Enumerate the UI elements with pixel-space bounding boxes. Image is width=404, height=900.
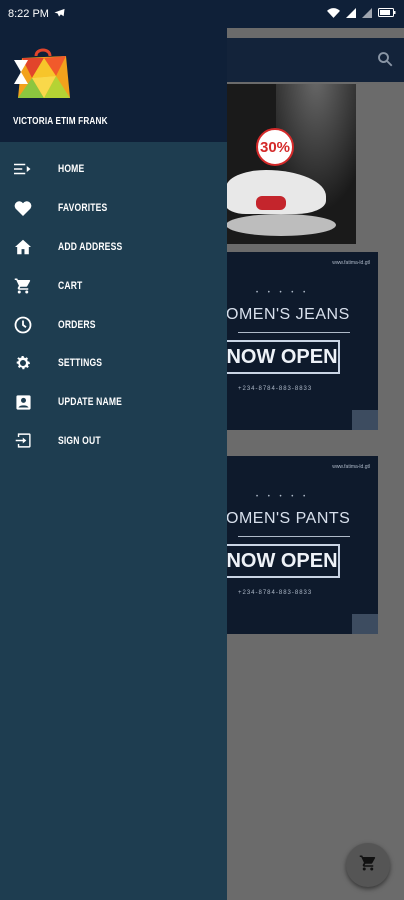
battery-icon — [378, 8, 396, 20]
exit-icon — [14, 432, 32, 450]
menu-item-label: FAVORITES — [58, 202, 108, 215]
menu-item-orders[interactable]: ORDERS — [0, 305, 227, 344]
banner-cta: NOW OPEN — [226, 544, 340, 578]
menu-item-favorites[interactable]: FAVORITES — [0, 189, 227, 228]
menu-item-label: SIGN OUT — [58, 434, 101, 447]
signal-icon — [346, 7, 356, 21]
cart-fab-button[interactable] — [346, 843, 390, 887]
banner-url: www.fatima-ld.gtl — [332, 260, 370, 266]
promo-banner-jeans[interactable]: www.fatima-ld.gtl • • • • • OMEN'S JEANS… — [226, 252, 378, 430]
menu-item-label: SETTINGS — [58, 357, 103, 370]
house-icon — [14, 238, 32, 256]
menu-item-label: CART — [58, 279, 83, 292]
user-name: VICTORIA ETIM FRANK — [13, 116, 108, 127]
menu-item-sign-out[interactable]: SIGN OUT — [0, 422, 227, 461]
menu-item-cart[interactable]: CART — [0, 266, 227, 305]
banner-divider — [238, 332, 350, 333]
banner-divider — [238, 536, 350, 537]
banner-stripe — [352, 614, 378, 634]
home-menu-icon — [14, 160, 32, 178]
promo-shoe-banner[interactable]: 30% — [226, 84, 356, 244]
drawer-menu: HOME FAVORITES ADD ADDRESS CART ORDERS S… — [0, 150, 227, 460]
status-time: 8:22 PM — [8, 8, 49, 20]
banner-phone: +234-8784-883-8833 — [238, 590, 313, 596]
menu-item-label: ORDERS — [58, 318, 96, 331]
menu-item-label: UPDATE NAME — [58, 396, 123, 409]
cart-icon — [359, 854, 377, 877]
banner-stripe — [352, 410, 378, 430]
gear-icon — [14, 354, 32, 372]
discount-badge: 30% — [256, 128, 294, 166]
heart-icon — [14, 199, 32, 217]
banner-dots: • • • • • — [256, 290, 310, 296]
telegram-icon — [54, 8, 65, 21]
cart-icon — [14, 277, 32, 295]
banner-url: www.fatima-ld.gtl — [332, 464, 370, 470]
banner-cta: NOW OPEN — [226, 340, 340, 374]
clock-icon — [14, 316, 32, 334]
signal-icon-2 — [362, 7, 372, 21]
menu-item-home[interactable]: HOME — [0, 150, 227, 189]
shoe-accent — [256, 196, 286, 210]
promo-banner-pants[interactable]: www.fatima-ld.gtl • • • • • OMEN'S PANTS… — [226, 456, 378, 634]
banner-phone: +234-8784-883-8833 — [238, 386, 313, 392]
shoe-plate — [226, 214, 336, 236]
search-icon[interactable] — [376, 50, 394, 68]
app-logo — [14, 42, 72, 100]
navigation-drawer: VICTORIA ETIM FRANK HOME FAVORITES ADD A… — [0, 28, 227, 900]
drawer-header: VICTORIA ETIM FRANK — [0, 28, 227, 142]
menu-item-update-name[interactable]: UPDATE NAME — [0, 383, 227, 422]
menu-item-label: ADD ADDRESS — [58, 240, 123, 253]
menu-item-label: HOME — [58, 163, 85, 176]
wifi-icon — [327, 7, 340, 21]
banner-title: OMEN'S PANTS — [226, 510, 351, 527]
menu-item-settings[interactable]: SETTINGS — [0, 344, 227, 383]
banner-title: OMEN'S JEANS — [226, 306, 350, 323]
menu-item-add-address[interactable]: ADD ADDRESS — [0, 228, 227, 267]
banner-dots: • • • • • — [256, 494, 310, 500]
status-bar: 8:22 PM — [0, 0, 404, 28]
account-box-icon — [14, 393, 32, 411]
